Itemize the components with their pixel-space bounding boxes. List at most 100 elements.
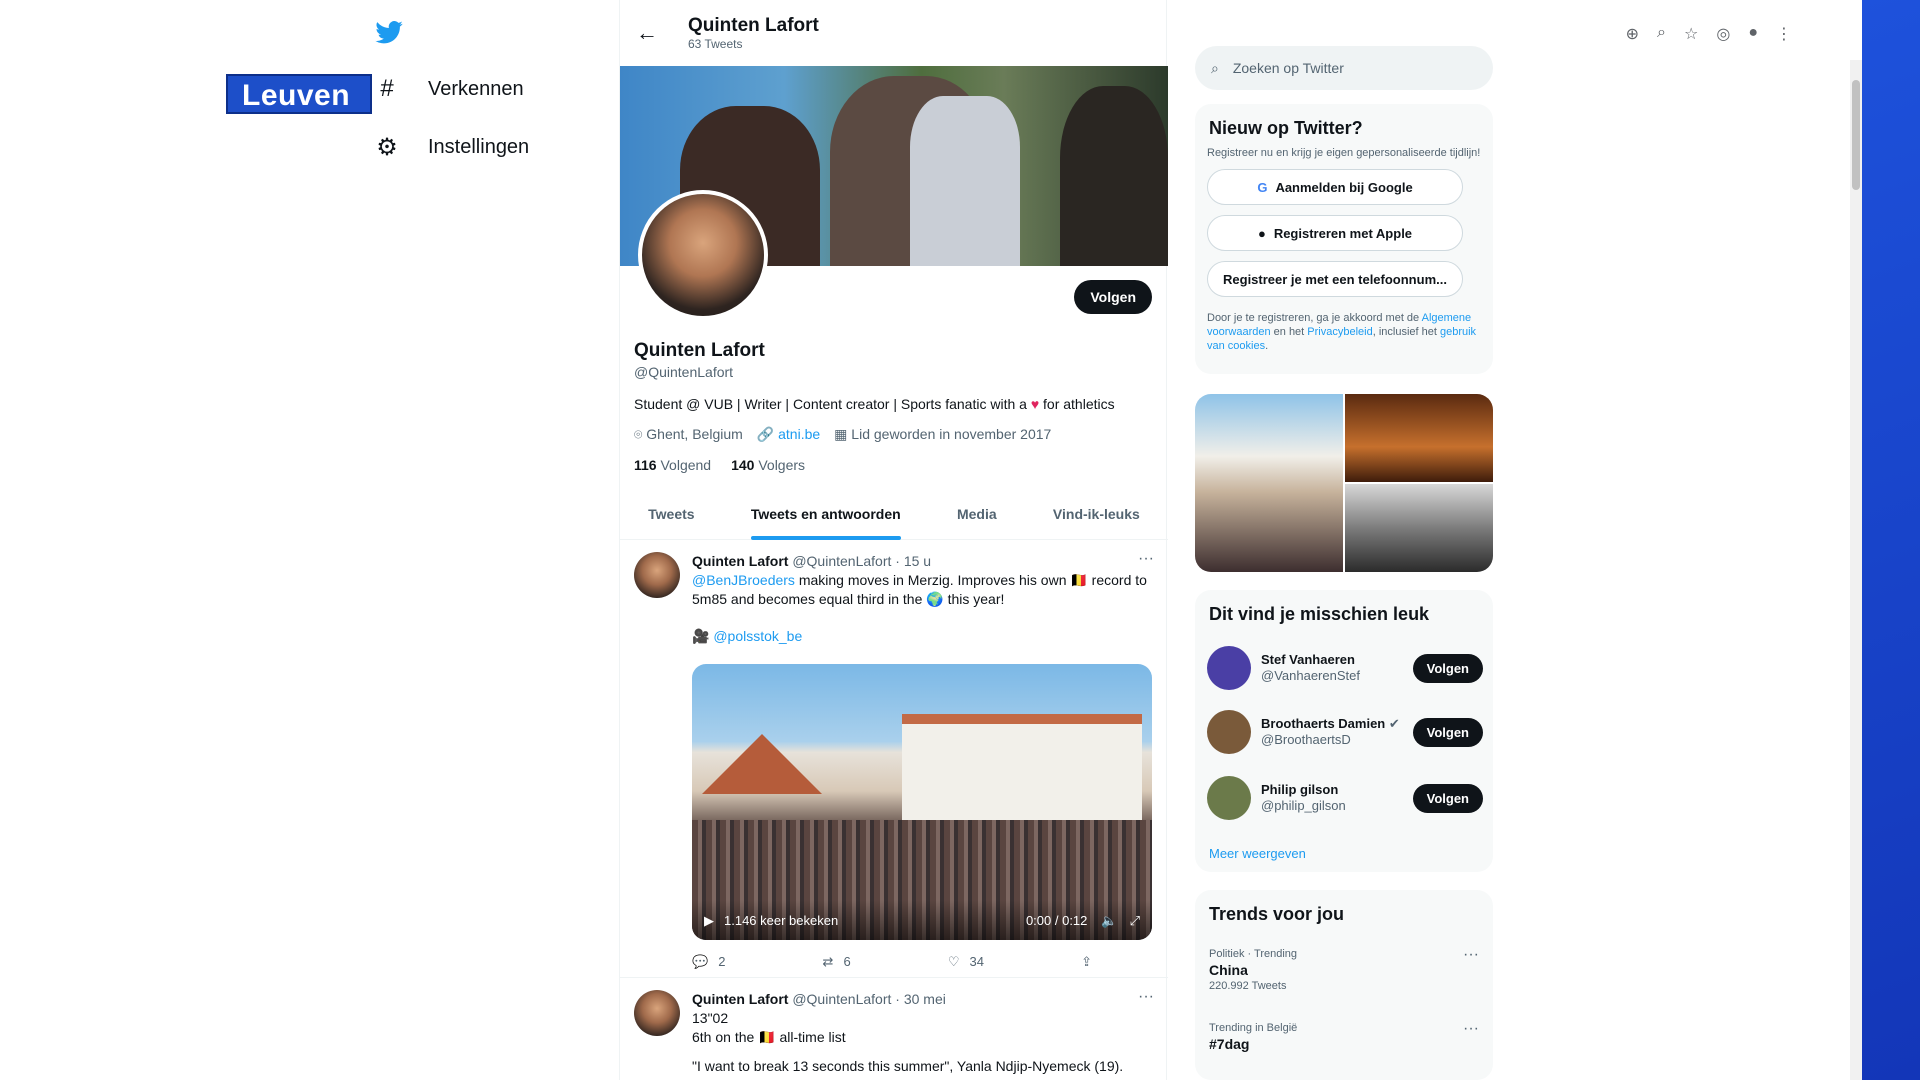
wtf-user[interactable]: Philip gilson @philip_gilson Volgen — [1207, 776, 1483, 820]
avatar[interactable] — [1207, 710, 1251, 754]
nav-settings[interactable]: ⚙ Instellingen — [374, 133, 530, 161]
video-views: 1.146 keer bekeken — [724, 912, 839, 928]
camera-icon: 🎥 — [692, 628, 710, 644]
legal-text-2: en het — [1270, 326, 1308, 338]
tweet-avatar[interactable] — [634, 552, 680, 598]
profile-handle: @QuintenLafort — [634, 364, 734, 380]
tab-tweets[interactable]: Tweets — [648, 494, 694, 539]
google-signin-button[interactable]: G Aanmelden bij Google — [1207, 169, 1463, 205]
legal-text-4: . — [1265, 340, 1269, 352]
legal-text: Door je te registreren, ga je akkoord me… — [1195, 297, 1493, 363]
search-placeholder: Zoeken op Twitter — [1232, 60, 1344, 76]
fullscreen-icon[interactable]: ⤢ — [1130, 911, 1140, 930]
trend-item[interactable]: Politiek · Trending China 220.992 Tweets — [1209, 946, 1297, 994]
media-photo[interactable] — [1345, 484, 1493, 572]
profile-info: Quinten Lafort @QuintenLafort Student @ … — [634, 340, 1154, 473]
followers-link[interactable]: 140 Volgers — [731, 457, 805, 473]
volume-icon[interactable]: 🔈 — [1101, 911, 1117, 930]
profile-header-bar: ← Quinten Lafort 63 Tweets — [620, 0, 1166, 66]
header-name: Quinten Lafort — [688, 15, 819, 36]
mention-link[interactable]: @BenJBroeders — [692, 572, 795, 588]
follow-button[interactable]: Volgen — [1412, 717, 1483, 747]
back-arrow-icon[interactable]: ← — [636, 20, 676, 46]
reply-button[interactable]: 💬 2 — [692, 952, 725, 971]
show-more-link[interactable]: Meer weergeven — [1209, 846, 1306, 861]
more-icon[interactable]: ··· — [1138, 550, 1154, 568]
signup-card: Nieuw op Twitter? Registreer nu en krijg… — [1195, 104, 1493, 374]
profile-column: ← Quinten Lafort 63 Tweets Volgen Quinte… — [619, 0, 1168, 1080]
profile-bio: Student @ VUB | Writer | Content creator… — [634, 396, 1154, 412]
bio-text: Student @ VUB | Writer | Content creator… — [634, 396, 1027, 412]
add-icon[interactable]: ⊕ — [1626, 24, 1639, 44]
nav-explore[interactable]: # Verkennen — [374, 75, 524, 102]
wtf-user[interactable]: Broothaerts Damien ✔ @BroothaertsD Volgen — [1207, 710, 1483, 754]
tab-media[interactable]: Media — [957, 494, 997, 539]
star-icon[interactable]: ☆ — [1684, 24, 1698, 44]
tweet[interactable]: ··· Quinten Lafort @QuintenLafort · 30 m… — [620, 978, 1168, 1080]
retweet-button[interactable]: ⇄ 6 — [823, 952, 851, 971]
trend-item[interactable]: Trending in België #7dag — [1209, 1020, 1297, 1052]
follow-button[interactable]: Volgen — [1074, 280, 1152, 314]
like-icon: ♡ — [947, 954, 960, 969]
avatar[interactable] — [1207, 776, 1251, 820]
trend-context: Trending in België — [1209, 1022, 1298, 1034]
extension-icon[interactable]: ◎ — [1716, 24, 1730, 44]
search-icon: ⌕ — [1211, 59, 1219, 76]
nav-settings-label: Instellingen — [428, 135, 530, 158]
phone-signup-button[interactable]: Registreer je met een telefoonnum... — [1207, 261, 1463, 297]
apple-signup-button[interactable]: ● Registreren met Apple — [1207, 215, 1463, 251]
scrollbar[interactable] — [1850, 60, 1862, 1080]
search-input[interactable]: ⌕ Zoeken op Twitter — [1195, 46, 1493, 90]
scrollbar-thumb[interactable] — [1852, 80, 1860, 190]
more-icon[interactable]: ··· — [1138, 988, 1154, 1006]
signup-title: Nieuw op Twitter? — [1209, 118, 1363, 138]
like-button[interactable]: ♡ 34 — [948, 952, 984, 971]
profile-icon[interactable]: ● — [1748, 24, 1758, 44]
avatar[interactable] — [1207, 646, 1251, 690]
reply-icon: 💬 — [692, 954, 709, 969]
joined-text: Lid geworden in november 2017 — [851, 426, 1052, 442]
zoom-icon[interactable]: ⌕ — [1657, 24, 1666, 44]
trend-count: 220.992 Tweets — [1209, 980, 1287, 992]
media-photo[interactable] — [1345, 394, 1493, 482]
google-icon: G — [1257, 179, 1268, 195]
video-time: 0:00 / 0:12 — [1025, 912, 1088, 928]
tweet-author[interactable]: Quinten Lafort — [692, 553, 788, 569]
nav-explore-label: Verkennen — [428, 77, 524, 100]
tweet-avatar[interactable] — [634, 990, 680, 1036]
trends-panel: Trends voor jou Politiek · Trending Chin… — [1195, 890, 1493, 1080]
follow-button[interactable]: Volgen — [1412, 653, 1483, 683]
following-link[interactable]: 116 Volgend — [634, 457, 711, 473]
tweet-author[interactable]: Quinten Lafort — [692, 991, 788, 1007]
menu-icon[interactable]: ⋮ — [1776, 24, 1792, 44]
tweet[interactable]: ··· Quinten Lafort @QuintenLafort · 15 u… — [620, 540, 1168, 978]
tweet-video[interactable]: ▶ 1.146 keer bekeken 0:00 / 0:12 🔈 ⤢ — [692, 664, 1152, 940]
retweet-count: 6 — [843, 954, 851, 969]
wtf-name: Stef Vanhaeren — [1261, 652, 1355, 667]
tab-tweets-replies[interactable]: Tweets en antwoorden — [750, 494, 901, 540]
wtf-handle: @VanhaerenStef — [1261, 668, 1360, 683]
more-icon[interactable]: ··· — [1463, 1020, 1479, 1038]
apple-icon: ● — [1257, 225, 1266, 241]
tab-likes[interactable]: Vind-ik-leuks — [1053, 494, 1140, 539]
tweet-text-line: "I want to break 13 seconds this summer"… — [692, 1058, 1124, 1074]
tweet-credit: 🎥 @polsstok_be — [692, 627, 1154, 646]
more-icon[interactable]: ··· — [1463, 946, 1479, 964]
share-button[interactable]: ⇪ — [1081, 952, 1092, 971]
wtf-user[interactable]: Stef Vanhaeren @VanhaerenStef Volgen — [1207, 646, 1483, 690]
trend-context: Politiek · Trending — [1209, 948, 1298, 960]
profile-avatar[interactable] — [638, 190, 768, 320]
media-photo[interactable] — [1195, 394, 1343, 572]
play-icon[interactable]: ▶ — [704, 911, 714, 930]
gear-icon: ⚙ — [376, 133, 398, 161]
twitter-logo-icon[interactable] — [374, 18, 404, 48]
tweet-header: Quinten Lafort @QuintenLafort · 15 u — [692, 552, 1154, 571]
privacy-link[interactable]: Privacybeleid — [1307, 326, 1372, 338]
wtf-name: Broothaerts Damien — [1261, 716, 1386, 731]
website-link[interactable]: atni.be — [778, 426, 820, 442]
reply-count: 2 — [718, 954, 726, 969]
like-count: 34 — [969, 954, 984, 969]
follow-button[interactable]: Volgen — [1412, 783, 1483, 813]
tweet-text-line: 6th on the 🇧🇪 all-time list — [692, 1029, 846, 1045]
credit-link[interactable]: @polsstok_be — [713, 628, 802, 644]
